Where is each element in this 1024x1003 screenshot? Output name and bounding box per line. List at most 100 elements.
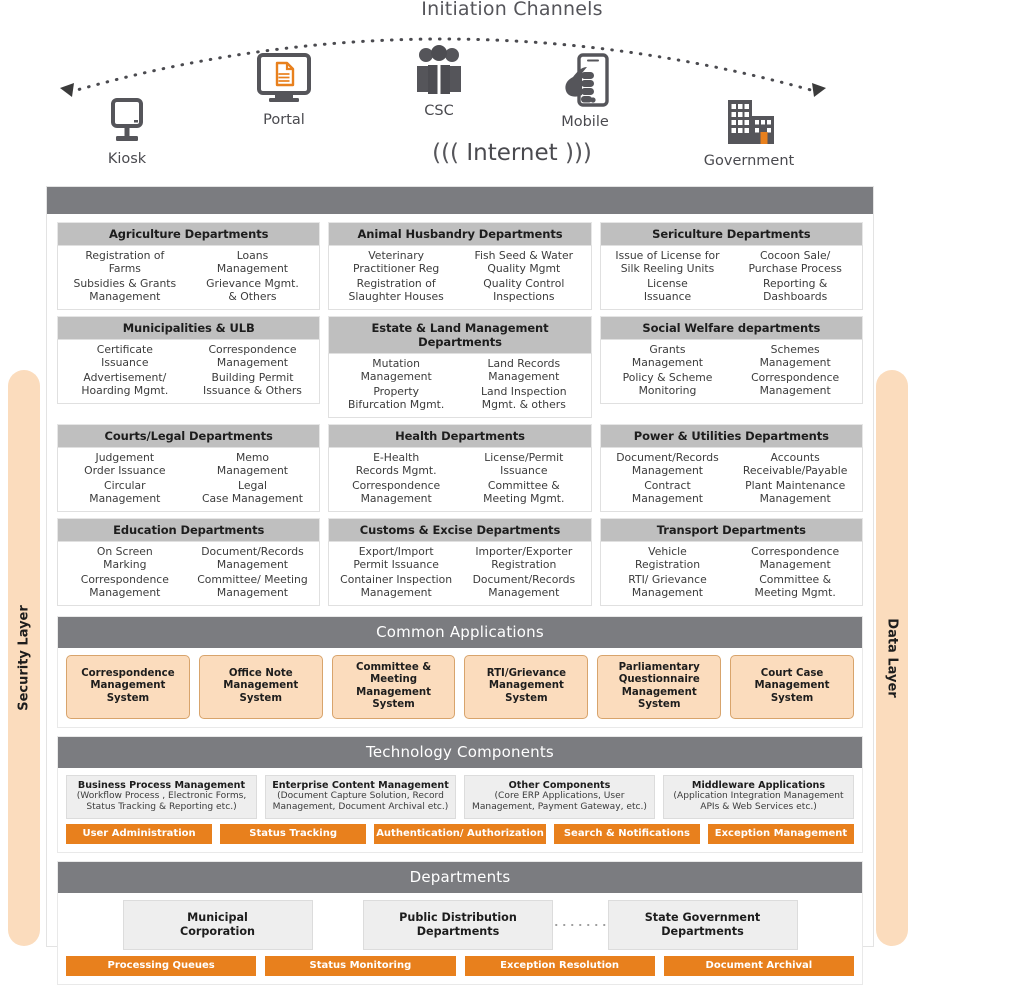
department-service: Building Permit Issuance & Others: [203, 371, 302, 398]
department-service: Correspondence Management: [352, 479, 441, 506]
department-service: RTI/ Grievance Management: [628, 573, 707, 600]
department-card-title: Estate & Land Management Departments: [328, 315, 592, 353]
department-service: Grievance Mgmt. & Others: [206, 277, 299, 304]
technology-component-subtitle: (Document Capture Solution, Record Manag…: [272, 791, 449, 812]
department-card-body: On Screen Marking Document/Records Manage…: [57, 540, 321, 606]
department-service: Plant Maintenance Management: [745, 479, 846, 506]
department-entity-box[interactable]: State Government Departments: [607, 899, 798, 950]
department-service: Grants Management: [631, 342, 704, 369]
department-service: Importer/Exporter Registration: [475, 544, 573, 571]
department-card-body: Registration of Farms Loans Management Sub…: [57, 245, 321, 310]
departments-bottom-section: Departments Municipal Corporation Public …: [57, 860, 863, 985]
department-card[interactable]: Estate & Land Management Departments Muta…: [328, 315, 592, 418]
technology-orange-strip: User Administration Status Tracking Authen…: [66, 823, 855, 844]
channel-label: Portal: [263, 112, 305, 128]
technology-component-box[interactable]: Other Components (Core ERP Applications, …: [464, 774, 655, 819]
department-card-title: Transport Departments: [599, 517, 863, 541]
departments-bottom-title: Departments: [58, 861, 862, 893]
department-service: Legal Case Management: [202, 479, 303, 506]
department-entity-box[interactable]: Municipal Corporation: [122, 899, 313, 950]
dotted-connector: [555, 923, 606, 926]
department-card-title: Municipalities & ULB: [57, 315, 321, 339]
department-card-body: Issue of License for Silk Reeling Units C…: [599, 245, 863, 310]
common-applications-row: Correspondence Management System Office N…: [66, 654, 854, 719]
common-application-chip[interactable]: Parliamentary Questionnaire Management S…: [597, 654, 722, 719]
technology-service-chip[interactable]: Authentication/ Authorization: [374, 823, 546, 844]
common-application-chip[interactable]: Correspondence Management System: [66, 654, 190, 719]
department-card[interactable]: Agriculture Departments Registration of F…: [57, 222, 321, 310]
department-service: Export/Import Permit Issuance: [353, 544, 439, 571]
department-card[interactable]: Courts/Legal Departments Judgement Order …: [57, 423, 321, 512]
department-service-chip[interactable]: Exception Resolution: [464, 955, 655, 976]
common-application-chip[interactable]: Court Case Management System: [730, 654, 854, 719]
department-service: Vehicle Registration: [634, 544, 701, 571]
common-application-chip[interactable]: Committee & Meeting Management System: [331, 654, 456, 719]
department-service: License Issuance: [643, 277, 692, 304]
internet-text: Internet: [466, 140, 558, 166]
channel-csc[interactable]: CSC: [394, 44, 484, 119]
departments-bottom-row: Municipal Corporation Public Distribution…: [66, 899, 854, 950]
department-card[interactable]: Health Departments E-Health Records Mgmt.…: [328, 423, 592, 512]
department-card-title: Sericulture Departments: [599, 222, 863, 245]
department-service: Correspondence Management: [751, 544, 840, 571]
department-card-body: Document/Records Management Accounts Rece…: [599, 446, 863, 512]
department-service: Document/Records Management: [616, 450, 719, 477]
department-service-chip[interactable]: Processing Queues: [66, 955, 257, 976]
department-service: Policy & Scheme Monitoring: [622, 371, 713, 398]
technology-component-title: Business Process Management: [77, 779, 246, 791]
department-service: Accounts Receivable/Payable: [742, 450, 848, 477]
internet-label: ((( Internet ))): [0, 140, 1024, 166]
department-card[interactable]: Power & Utilities Departments Document/Re…: [599, 423, 863, 512]
department-service: Mutation Management: [360, 356, 432, 383]
department-service-chip[interactable]: Status Monitoring: [265, 955, 456, 976]
department-service: On Screen Marking: [96, 544, 153, 571]
department-card[interactable]: Municipalities & ULB Certificate Issuance…: [57, 315, 321, 418]
department-service: Land Records Management: [487, 356, 561, 383]
department-service: Veterinary Practitioner Reg: [353, 249, 440, 275]
technology-component-title: Middleware Applications: [691, 779, 826, 791]
department-card[interactable]: Transport Departments Vehicle Registratio…: [599, 517, 863, 606]
channel-label: Mobile: [561, 114, 609, 130]
department-service: License/Permit Issuance: [484, 450, 564, 477]
department-service: Judgement Order Issuance: [84, 450, 166, 477]
department-card-body: Export/Import Permit Issuance Importer/Ex…: [328, 540, 592, 606]
technology-service-chip[interactable]: Exception Management: [707, 823, 855, 844]
department-service: Correspondence Management: [208, 342, 297, 369]
mobile-hand-icon: [565, 53, 609, 107]
common-application-chip[interactable]: RTI/Grievance Management System: [464, 654, 589, 719]
technology-component-box[interactable]: Enterprise Content Management (Document C…: [265, 774, 456, 819]
department-service: Committee & Meeting Mgmt.: [754, 573, 836, 600]
common-applications-title: Common Applications: [58, 616, 862, 648]
department-service: Subsidies & Grants Management: [73, 277, 177, 304]
department-card[interactable]: Customs & Excise Departments Export/Impor…: [328, 517, 592, 606]
technology-component-box[interactable]: Business Process Management (Workflow Pro…: [66, 774, 257, 819]
department-service: E-Health Records Mgmt.: [355, 450, 437, 477]
channel-portal[interactable]: Portal: [239, 53, 329, 128]
technology-service-chip[interactable]: Status Tracking: [220, 823, 367, 844]
initiation-channels-area: Initiation Channels Kiosk Portal CSC Mob…: [0, 0, 1024, 186]
department-service: Quality Control Inspections: [483, 277, 565, 304]
department-service: Registration of Slaughter Houses: [348, 277, 444, 304]
department-card[interactable]: Sericulture Departments Issue of License …: [599, 222, 863, 310]
department-card[interactable]: Social Welfare departments Grants Managem…: [599, 315, 863, 418]
department-service: Correspondence Management: [751, 371, 840, 398]
department-service: Container Inspection Management: [340, 573, 453, 600]
technology-component-title: Enterprise Content Management: [272, 779, 449, 791]
department-service: Circular Management: [89, 479, 161, 506]
technology-component-title: Other Components: [508, 779, 611, 791]
department-card-body: E-Health Records Mgmt. License/Permit Iss…: [328, 446, 592, 512]
top-gray-band: [47, 187, 873, 214]
department-entity-box[interactable]: Public Distribution Departments: [363, 899, 553, 950]
department-card[interactable]: Education Departments On Screen Marking Do…: [57, 517, 321, 606]
technology-service-chip[interactable]: Search & Notifications: [553, 823, 700, 844]
technology-service-chip[interactable]: User Administration: [66, 823, 213, 844]
technology-component-box[interactable]: Middleware Applications (Application Inte…: [663, 774, 854, 819]
department-service: Reporting & Dashboards: [762, 277, 828, 304]
common-application-chip[interactable]: Office Note Management System: [198, 654, 323, 719]
signal-wave-left-icon: (((: [432, 140, 467, 166]
channel-mobile[interactable]: Mobile: [540, 53, 630, 130]
department-card[interactable]: Animal Husbandry Departments Veterinary P…: [328, 222, 592, 310]
department-service-chip[interactable]: Document Archival: [663, 955, 854, 976]
portal-monitor-icon: [257, 53, 311, 102]
department-service: Registration of Farms: [85, 249, 165, 275]
